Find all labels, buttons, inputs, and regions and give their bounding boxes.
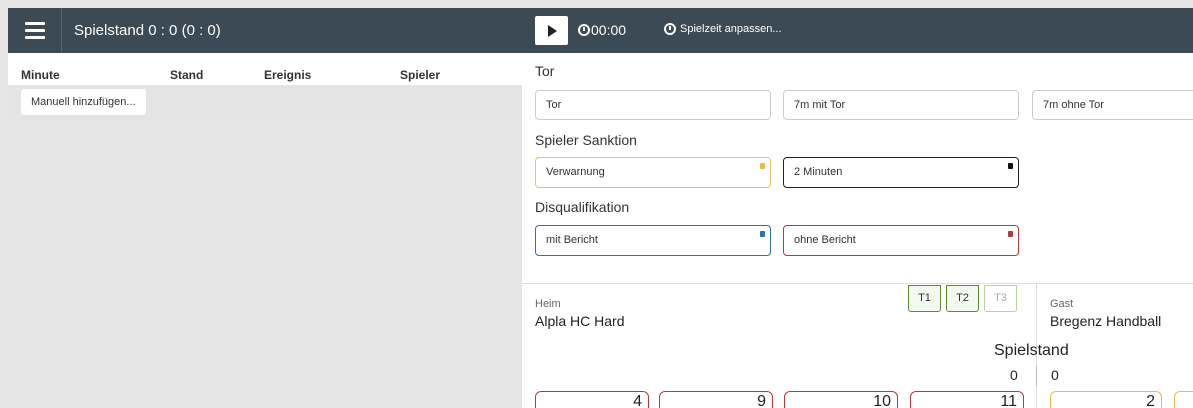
- section-disqualifikation-label: Disqualifikation: [535, 199, 630, 215]
- document-icon: [1008, 231, 1013, 237]
- timeout-t2-button[interactable]: T2: [946, 285, 979, 312]
- home-player-button[interactable]: 9: [659, 391, 773, 408]
- empty-area: [8, 120, 522, 408]
- 2-minuten-label: 2 Minuten: [794, 166, 843, 178]
- column-spieler: Spieler: [400, 68, 441, 82]
- home-score: 0: [1010, 367, 1018, 383]
- mit-bericht-label: mit Bericht: [546, 234, 598, 246]
- clock-value: 00:00: [591, 22, 627, 38]
- away-player-button-partial[interactable]: [1174, 391, 1193, 408]
- away-score: 0: [1051, 367, 1059, 383]
- home-team-name: Alpla HC Hard: [535, 313, 625, 329]
- column-minute: Minute: [21, 68, 60, 82]
- mit-bericht-button[interactable]: mit Bericht: [535, 225, 771, 256]
- away-player-button[interactable]: 2: [1050, 391, 1162, 408]
- 2-minuten-button[interactable]: 2 Minuten: [783, 157, 1019, 188]
- manual-add-button[interactable]: Manuell hinzufügen...: [21, 89, 146, 115]
- document-icon: [1008, 163, 1013, 169]
- adjust-time-button[interactable]: Spielzeit anpassen...: [664, 23, 782, 35]
- column-ereignis: Ereignis: [264, 68, 312, 82]
- clock-icon: [578, 24, 590, 36]
- column-stand: Stand: [170, 68, 204, 82]
- document-icon: [760, 163, 765, 169]
- timeout-t3-button[interactable]: T3: [984, 285, 1017, 312]
- document-icon: [760, 231, 765, 237]
- play-icon: [548, 24, 557, 37]
- section-sanktion-label: Spieler Sanktion: [535, 132, 637, 148]
- score-divider: [1036, 366, 1037, 386]
- teams-area: Heim Alpla HC Hard T1 T2 T3 Gast Bregenz…: [522, 283, 1193, 408]
- clock-icon: [664, 23, 676, 35]
- verwarnung-label: Verwarnung: [546, 166, 605, 178]
- play-button[interactable]: [535, 16, 568, 45]
- ohne-bericht-label: ohne Bericht: [794, 234, 856, 246]
- 7m-ohne-tor-button[interactable]: 7m ohne Tor: [1032, 90, 1193, 120]
- tor-button[interactable]: Tor: [535, 90, 771, 120]
- spielstand-label: Spielstand: [994, 342, 1069, 359]
- timeout-t1-button[interactable]: T1: [908, 285, 941, 312]
- verwarnung-button[interactable]: Verwarnung: [535, 157, 771, 188]
- events-log-panel: Minute Stand Ereignis Spieler Manuell hi…: [8, 53, 522, 408]
- 7m-mit-tor-button[interactable]: 7m mit Tor: [783, 90, 1019, 120]
- hamburger-menu-icon[interactable]: [8, 8, 62, 53]
- home-label: Heim: [535, 298, 561, 310]
- score-title: Spielstand 0 : 0 (0 : 0): [74, 22, 221, 39]
- home-player-button[interactable]: 10: [784, 391, 898, 408]
- section-tor-label: Tor: [535, 63, 555, 79]
- table-header: Minute Stand Ereignis Spieler: [8, 53, 522, 85]
- ohne-bericht-button[interactable]: ohne Bericht: [783, 225, 1019, 256]
- table-row: Manuell hinzufügen...: [8, 85, 522, 120]
- adjust-time-label: Spielzeit anpassen...: [680, 23, 782, 35]
- top-bar: Spielstand 0 : 0 (0 : 0) 00:00 Spielzeit…: [8, 8, 1193, 53]
- home-player-button[interactable]: 4: [535, 391, 649, 408]
- home-player-button[interactable]: 11: [910, 391, 1024, 408]
- away-team-name: Bregenz Handball: [1050, 313, 1162, 329]
- event-entry-panel: Tor Tor 7m mit Tor 7m ohne Tor Spieler S…: [522, 53, 1193, 408]
- game-clock: 00:00: [578, 22, 626, 38]
- away-label: Gast: [1050, 298, 1074, 310]
